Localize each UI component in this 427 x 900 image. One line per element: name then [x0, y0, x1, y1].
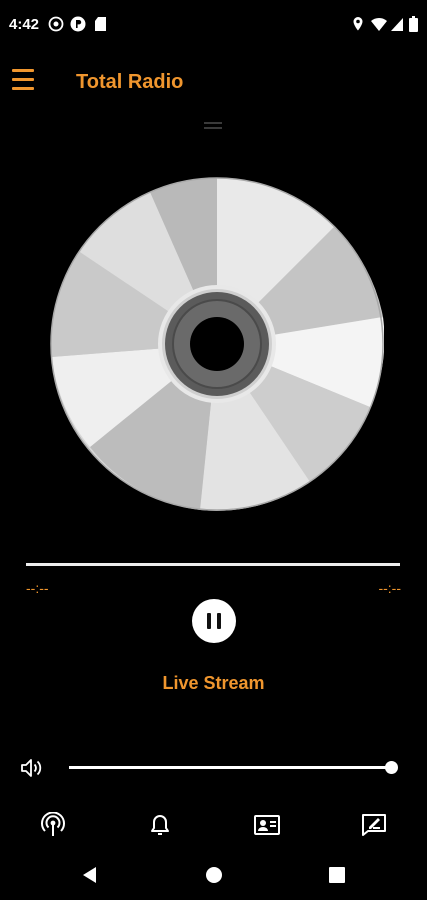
back-button[interactable] [80, 864, 102, 886]
bell-icon[interactable] [147, 812, 173, 838]
home-button[interactable] [203, 864, 225, 886]
drag-handle[interactable] [204, 122, 224, 130]
play-circle-icon [48, 16, 64, 32]
stream-title: Live Stream [162, 673, 265, 693]
speaker-icon[interactable] [20, 757, 44, 779]
progress-bar[interactable] [26, 563, 400, 566]
wifi-icon [371, 17, 387, 31]
sd-card-icon [95, 17, 106, 31]
pause-icon [207, 613, 211, 629]
p-circle-icon [70, 16, 86, 32]
remaining-time: --:-- [378, 580, 401, 596]
app-title: Total Radio [76, 71, 184, 93]
message-edit-icon[interactable] [361, 812, 387, 838]
pause-button[interactable] [192, 599, 236, 643]
volume-slider[interactable] [69, 766, 391, 769]
elapsed-time: --:-- [26, 580, 49, 596]
menu-button[interactable] [10, 68, 38, 96]
volume-slider-thumb[interactable] [384, 761, 398, 774]
contact-card-icon[interactable] [254, 812, 280, 838]
status-time: 4:42 [9, 16, 40, 33]
album-art-disc [50, 177, 384, 511]
battery-icon [409, 16, 418, 32]
radio-antenna-icon[interactable] [40, 812, 66, 838]
status-bar: 4:42 [0, 0, 427, 52]
location-icon [353, 17, 363, 31]
signal-icon [391, 18, 403, 31]
recents-button[interactable] [326, 864, 348, 886]
